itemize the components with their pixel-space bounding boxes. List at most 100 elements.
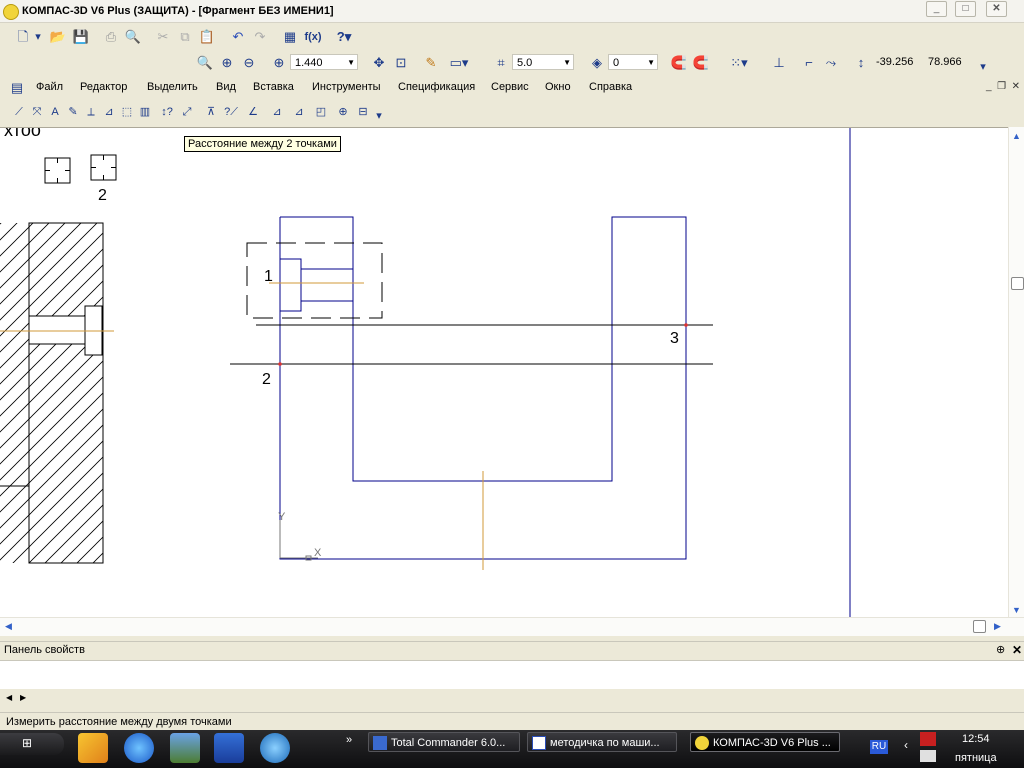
quicklaunch-winamp-icon[interactable] <box>78 733 108 763</box>
fx-button[interactable]: f(x) <box>302 28 324 46</box>
angle-icon[interactable]: ∠ <box>244 103 262 121</box>
minimize-button[interactable]: _ <box>926 1 947 17</box>
menu-file[interactable]: Файл <box>36 81 63 93</box>
angle-lines-icon[interactable]: ⊿ <box>268 103 286 121</box>
layer-combo[interactable]: 0 ▼ <box>608 54 658 70</box>
menu-select[interactable]: Выделить <box>147 81 198 93</box>
menu-bar: ▤ Файл Редактор Выделить Вид Вставка Инс… <box>0 78 1024 98</box>
tray-app-icon[interactable] <box>920 732 936 746</box>
distance-curves-icon[interactable]: ⊼ <box>202 103 220 121</box>
task-word-document[interactable]: методичка по маши... <box>527 732 677 752</box>
dimensions-icon[interactable]: ⤧ <box>28 103 46 121</box>
show-all-icon[interactable]: ⊡ <box>392 54 410 72</box>
local-cs-icon[interactable]: ⊥ <box>770 54 788 72</box>
menu-service[interactable]: Сервис <box>491 81 529 93</box>
menu-specification[interactable]: Спецификация <box>398 81 475 93</box>
properties-icon[interactable]: ⊟ <box>354 103 372 121</box>
tab-prev-icon[interactable]: ◀ <box>6 693 12 702</box>
new-dropdown-icon[interactable]: ▾ <box>33 28 43 46</box>
maximize-button[interactable]: □ <box>955 1 976 17</box>
horizontal-scrollbar[interactable]: ◀ ▶ <box>0 617 1024 636</box>
coord-y-value[interactable]: 78.966 <box>928 54 962 70</box>
menu-help[interactable]: Справка <box>589 81 632 93</box>
style-icon[interactable]: ✎ <box>422 54 440 72</box>
quicklaunch-globe-icon[interactable] <box>260 733 290 763</box>
document-menu-icon[interactable]: ▤ <box>8 79 26 97</box>
chevron-down-icon: ▼ <box>347 58 355 67</box>
parametrization-icon[interactable]: ⟂ <box>82 103 100 121</box>
inertia-icon[interactable]: ⊕ <box>334 103 352 121</box>
scroll-thumb[interactable] <box>1011 277 1024 290</box>
distance-two-points-icon[interactable]: ↕? <box>158 103 176 121</box>
copy-icon[interactable]: ⧉ <box>176 28 194 46</box>
coord-x-value[interactable]: -39.256 <box>876 54 913 70</box>
distance-point-curve-icon[interactable]: ⤢ <box>178 103 196 121</box>
layer-view-icon[interactable]: ▭▾ <box>444 54 474 72</box>
menu-insert[interactable]: Вставка <box>253 81 294 93</box>
cut-icon[interactable]: ✂ <box>154 28 172 46</box>
pan-icon[interactable]: ✥ <box>370 54 388 72</box>
tray-expand-icon[interactable]: ‹ <box>904 738 908 752</box>
measure-icon[interactable]: ⊿ <box>100 103 118 121</box>
menu-tools[interactable]: Инструменты <box>312 81 381 93</box>
menu-view[interactable]: Вид <box>216 81 236 93</box>
scroll-left-icon[interactable]: ◀ <box>5 621 12 632</box>
paste-icon[interactable]: 📋 <box>198 28 216 46</box>
print-icon[interactable]: ⎙ <box>102 28 120 46</box>
pin-icon[interactable]: ⊕ <box>996 643 1005 656</box>
edit-icon[interactable]: ✎ <box>64 103 82 121</box>
save-icon[interactable]: 💾 <box>72 28 90 46</box>
menu-editor[interactable]: Редактор <box>80 81 127 93</box>
select-icon[interactable]: ⬚ <box>118 103 136 121</box>
vertical-scrollbar[interactable]: ▲ ▼ <box>1008 127 1024 617</box>
language-indicator[interactable]: RU <box>870 740 888 754</box>
ortho-icon[interactable]: ⌐ <box>800 54 818 72</box>
open-folder-icon[interactable]: 📂 <box>49 28 67 46</box>
tab-next-icon[interactable]: ▶ <box>20 693 26 702</box>
zoom-scale-icon[interactable]: ⊕ <box>270 54 288 72</box>
tray-network-icon[interactable] <box>920 750 936 762</box>
zoom-in-icon[interactable]: 🔍 <box>196 54 214 72</box>
toolbar-more-icon[interactable]: ▾ <box>978 58 988 76</box>
quicklaunch-floppy-icon[interactable] <box>214 733 244 763</box>
help-icon[interactable]: ?▾ <box>332 28 356 46</box>
drawing-canvas[interactable]: хтоо 2 1 2 3 Y X <box>0 127 1008 618</box>
redo-icon[interactable]: ↷ <box>251 28 269 46</box>
print-preview-icon[interactable]: 🔍 <box>124 28 142 46</box>
zoom-plus-icon[interactable]: ⊕ <box>218 54 236 72</box>
variables-icon[interactable]: ▦ <box>281 28 299 46</box>
task-kompas[interactable]: КОМПАС-3D V6 Plus ... <box>690 732 840 752</box>
quicklaunch-picture-icon[interactable] <box>170 733 200 763</box>
cursor-step-combo[interactable]: 5.0 ▼ <box>512 54 574 70</box>
quicklaunch-ie-icon[interactable] <box>124 733 154 763</box>
start-button[interactable]: ⊞ <box>0 733 64 755</box>
scroll-down-icon[interactable]: ▼ <box>1012 605 1021 615</box>
quicklaunch-more-icon[interactable]: » <box>346 734 352 746</box>
geometry-icon[interactable]: ⟋ <box>10 103 28 121</box>
area-icon[interactable]: ⊿ <box>290 103 308 121</box>
mass-icon[interactable]: ◰ <box>312 103 330 121</box>
mdi-window-controls[interactable]: _ ❐ ✕ <box>986 81 1020 92</box>
new-document-icon[interactable]: 🗋 <box>14 28 32 46</box>
layer-icon[interactable]: ◈ <box>588 54 606 72</box>
grid-icon[interactable]: ⁙▾ <box>724 54 754 72</box>
round-icon[interactable]: ⤳ <box>822 54 840 72</box>
toolbar-more-icon[interactable]: ▾ <box>374 107 384 125</box>
clock-time[interactable]: 12:54 <box>962 733 990 745</box>
zoom-minus-icon[interactable]: ⊖ <box>240 54 258 72</box>
scroll-up-icon[interactable]: ▲ <box>1012 131 1021 141</box>
symbols-icon[interactable]: A <box>46 103 64 121</box>
close-button[interactable]: ✕ <box>986 1 1007 17</box>
cursor-step-icon[interactable]: ⌗ <box>492 54 510 72</box>
scroll-right-icon[interactable]: ▶ <box>994 621 1001 632</box>
snap-magnet-icon[interactable]: 🧲 <box>670 54 688 72</box>
menu-window[interactable]: Окно <box>545 81 571 93</box>
local-snap-icon[interactable]: 🧲 <box>692 54 710 72</box>
spec-icon[interactable]: ▥ <box>136 103 154 121</box>
panel-close-icon[interactable]: ✕ <box>1012 643 1022 657</box>
zoom-scale-combo[interactable]: 1.440 ▼ <box>290 54 358 70</box>
hscroll-thumb[interactable] <box>973 620 986 633</box>
curve-length-icon[interactable]: ?⟋ <box>222 103 240 121</box>
task-total-commander[interactable]: Total Commander 6.0... <box>368 732 520 752</box>
undo-icon[interactable]: ↶ <box>229 28 247 46</box>
